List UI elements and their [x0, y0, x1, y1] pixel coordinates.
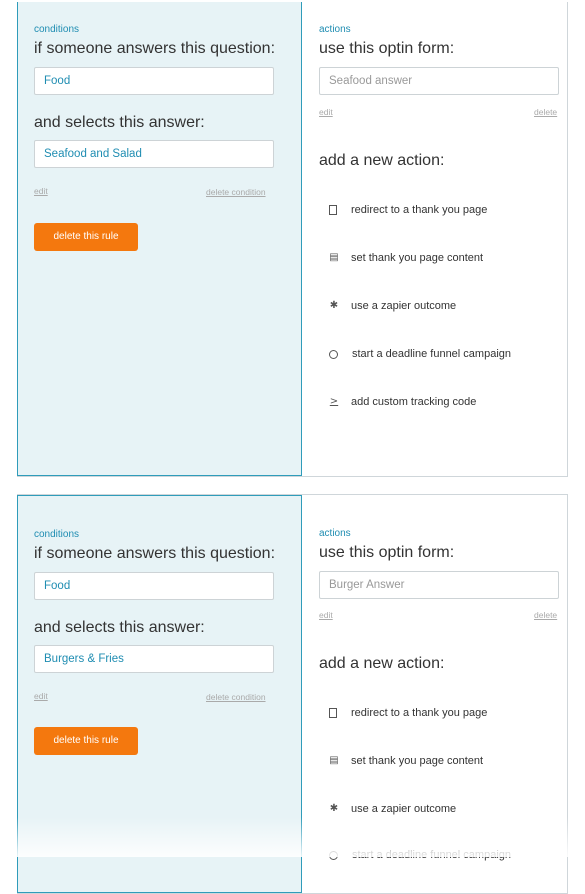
page-icon: [329, 205, 337, 215]
action-label: use a zapier outcome: [351, 803, 457, 815]
actions-label: actions: [319, 24, 351, 35]
clock-icon: [329, 850, 338, 860]
delete-action-link[interactable]: delete: [534, 610, 557, 620]
action-label: set thank you page content: [351, 252, 484, 264]
question-field[interactable]: Food: [34, 67, 274, 95]
action-zapier[interactable]: ✱ use a zapier outcome: [329, 799, 456, 819]
action-label: start a deadline funnel campaign: [352, 348, 511, 360]
answer-field[interactable]: Burgers & Fries: [34, 645, 274, 673]
action-label: set thank you page content: [351, 755, 484, 767]
rule-card: conditions if someone answers this quest…: [17, 494, 568, 894]
actions-panel: actions use this optin form: Burger Answ…: [303, 495, 567, 893]
optin-form-heading: use this optin form:: [319, 544, 455, 561]
answer-field[interactable]: Seafood and Salad: [34, 140, 274, 168]
add-action-heading: add a new action:: [319, 152, 445, 169]
action-set-content[interactable]: ▤ set thank you page content: [329, 248, 483, 268]
edit-action-link[interactable]: edit: [319, 107, 333, 117]
edit-condition-link[interactable]: edit: [34, 691, 48, 701]
rule-card: conditions if someone answers this quest…: [17, 2, 568, 477]
action-redirect[interactable]: redirect to a thank you page: [329, 703, 487, 723]
content-icon: ▤: [329, 252, 339, 263]
action-deadline-funnel[interactable]: start a deadline funnel campaign: [329, 845, 511, 865]
content-icon: ▤: [329, 755, 339, 766]
conditions-panel: conditions if someone answers this quest…: [17, 2, 302, 476]
answer-heading: and selects this answer:: [34, 619, 205, 636]
optin-form-field[interactable]: Seafood answer: [319, 67, 559, 95]
answer-heading: and selects this answer:: [34, 114, 205, 131]
actions-panel: actions use this optin form: Seafood ans…: [303, 2, 567, 476]
conditions-panel: conditions if someone answers this quest…: [17, 495, 302, 893]
code-icon: >: [329, 396, 339, 407]
actions-label: actions: [319, 528, 351, 539]
action-redirect[interactable]: redirect to a thank you page: [329, 200, 487, 220]
delete-condition-link[interactable]: delete condition: [206, 692, 266, 702]
delete-rule-button[interactable]: delete this rule: [34, 727, 138, 755]
delete-rule-button[interactable]: delete this rule: [34, 223, 138, 251]
clock-icon: [329, 349, 338, 359]
question-heading: if someone answers this question:: [34, 545, 276, 562]
action-set-content[interactable]: ▤ set thank you page content: [329, 751, 483, 771]
edit-action-link[interactable]: edit: [319, 610, 333, 620]
optin-form-field[interactable]: Burger Answer: [319, 571, 559, 599]
optin-form-heading: use this optin form:: [319, 40, 455, 57]
action-zapier[interactable]: ✱ use a zapier outcome: [329, 296, 456, 316]
conditions-label: conditions: [34, 24, 80, 35]
action-tracking-code[interactable]: > add custom tracking code: [329, 392, 477, 412]
action-label: start a deadline funnel campaign: [352, 849, 511, 861]
conditions-label: conditions: [34, 529, 80, 540]
question-field[interactable]: Food: [34, 572, 274, 600]
gear-icon: ✱: [329, 803, 339, 814]
action-label: redirect to a thank you page: [351, 707, 488, 719]
delete-action-link[interactable]: delete: [534, 107, 557, 117]
page-icon: [329, 708, 337, 718]
action-deadline-funnel[interactable]: start a deadline funnel campaign: [329, 344, 511, 364]
action-label: add custom tracking code: [351, 396, 477, 408]
add-action-heading: add a new action:: [319, 655, 445, 672]
edit-condition-link[interactable]: edit: [34, 186, 48, 196]
gear-icon: ✱: [329, 300, 339, 311]
action-label: use a zapier outcome: [351, 300, 457, 312]
action-label: redirect to a thank you page: [351, 204, 488, 216]
question-heading: if someone answers this question:: [34, 40, 276, 57]
delete-condition-link[interactable]: delete condition: [206, 187, 266, 197]
